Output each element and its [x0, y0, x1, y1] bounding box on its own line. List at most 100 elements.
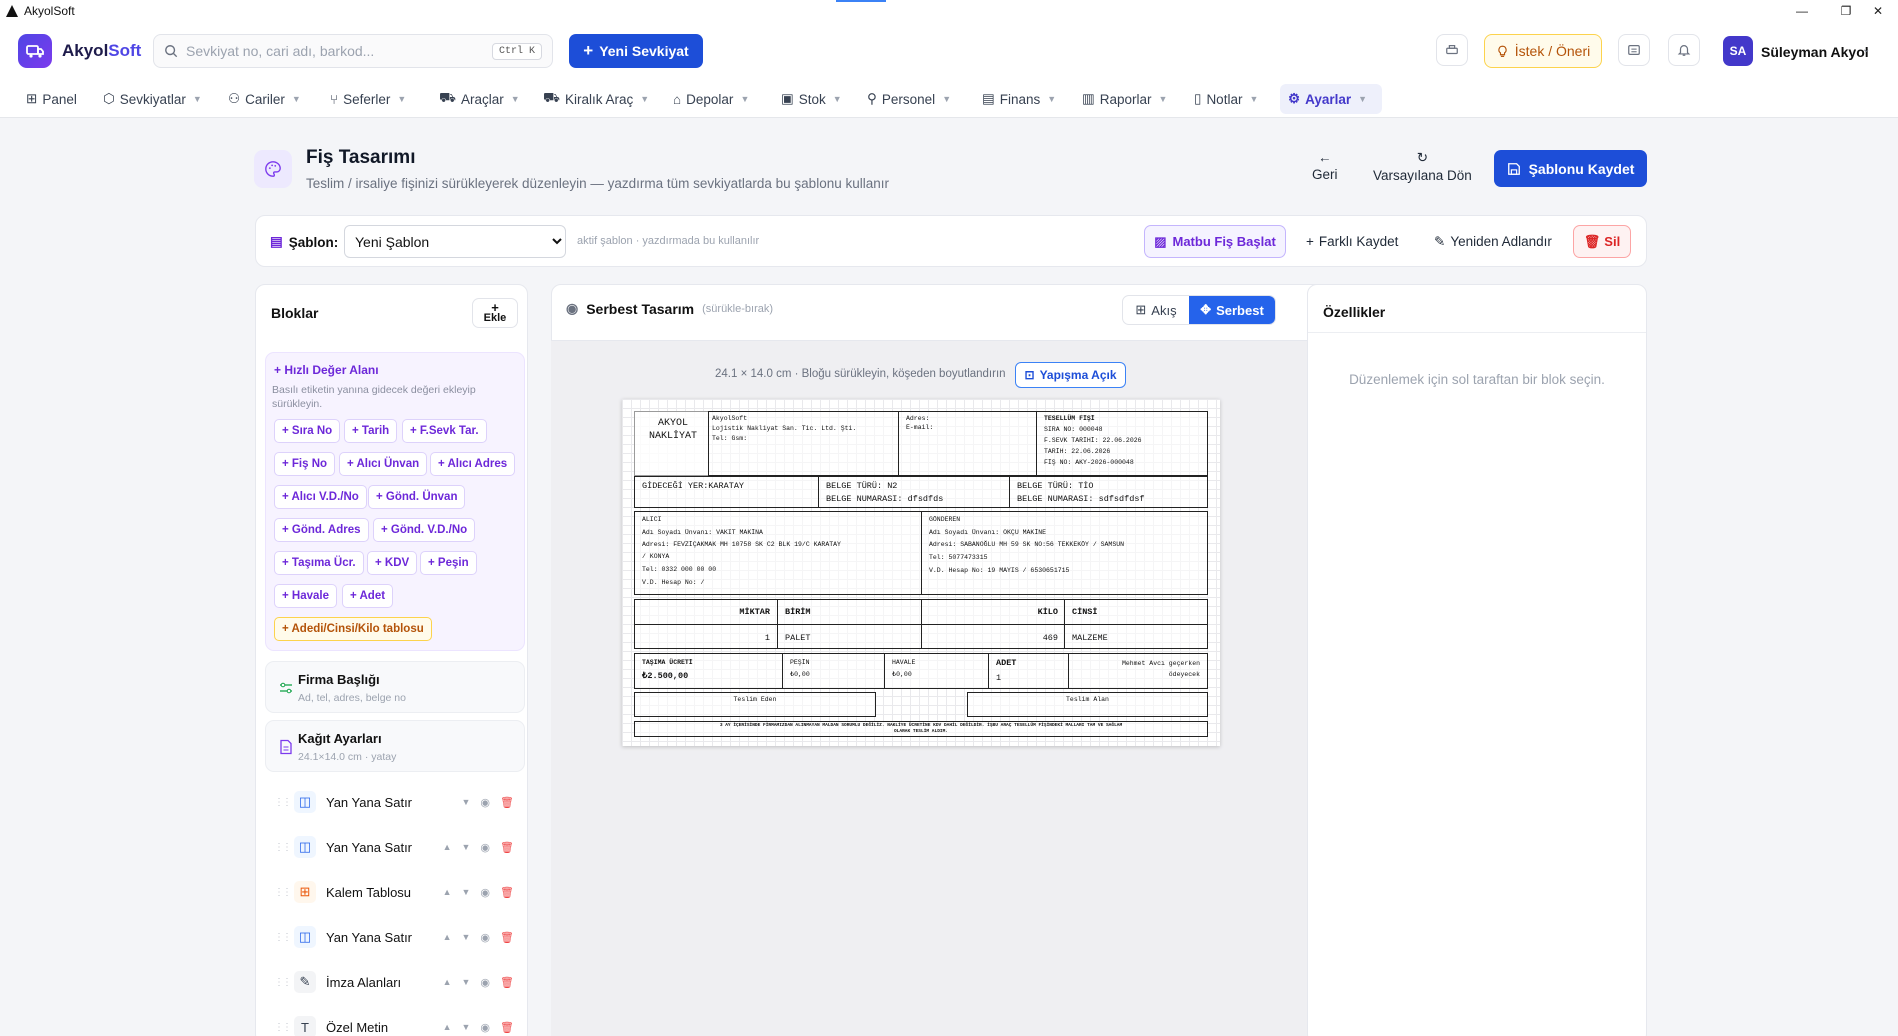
- quick-value-chip[interactable]: + Gönd. Ünvan: [368, 485, 466, 509]
- block-row[interactable]: ⋮⋮ ◫ Yan Yana Satır ▲ ▼ ◉ 🗑: [274, 832, 514, 862]
- block-row[interactable]: ⋮⋮ ◫ Yan Yana Satır ▼ ◉ 🗑: [274, 787, 514, 817]
- eye-icon[interactable]: ◉: [480, 931, 490, 944]
- drag-handle-icon[interactable]: ⋮⋮: [274, 842, 292, 853]
- chevron-up-icon[interactable]: ▲: [443, 977, 452, 987]
- quick-value-chip[interactable]: + Adedi/Cinsi/Kilo tablosu: [274, 617, 432, 641]
- quick-value-chip[interactable]: + Sıra No: [274, 419, 341, 443]
- search-input[interactable]: [186, 43, 492, 59]
- close-window-button[interactable]: ✕: [1856, 0, 1898, 22]
- add-block-button[interactable]: + Ekle: [472, 298, 518, 328]
- block-firm-header[interactable]: Firma Başlığı Ad, tel, adres, belge no: [265, 661, 525, 713]
- minimize-button[interactable]: —: [1780, 0, 1824, 22]
- drag-handle-icon[interactable]: ⋮⋮: [274, 1022, 292, 1033]
- global-search[interactable]: Ctrl K: [153, 34, 553, 68]
- notifications-button[interactable]: [1668, 34, 1700, 66]
- chevron-up-icon[interactable]: ▲: [443, 1022, 452, 1032]
- user-name[interactable]: Süleyman Akyol: [1761, 44, 1869, 60]
- chevron-up-icon[interactable]: ▲: [443, 887, 452, 897]
- quick-value-chip[interactable]: + Havale: [274, 584, 337, 608]
- quick-value-chip[interactable]: + Tarih: [344, 419, 398, 443]
- quick-value-chip[interactable]: + Alıcı V.D./No: [274, 485, 367, 509]
- eye-icon[interactable]: ◉: [480, 976, 490, 989]
- quick-value-chip[interactable]: + Alıcı Ünvan: [339, 452, 428, 476]
- chevron-down-icon[interactable]: ▼: [462, 932, 471, 942]
- eye-icon[interactable]: ◉: [480, 886, 490, 899]
- plus-icon: +: [1306, 234, 1314, 249]
- drag-handle-icon[interactable]: ⋮⋮: [274, 977, 292, 988]
- trash-icon[interactable]: 🗑: [500, 931, 514, 944]
- save-template-button[interactable]: Şablonu Kaydet: [1494, 150, 1647, 187]
- nav-item-depolar[interactable]: ⌂ Depolar ▼: [665, 84, 757, 114]
- reset-default-button[interactable]: ↻ Varsayılana Dön: [1373, 150, 1472, 183]
- nav-item-panel[interactable]: ⊞ Panel: [18, 84, 85, 114]
- quick-value-chip[interactable]: + F.Sevk Tar.: [402, 419, 487, 443]
- quick-value-chip[interactable]: + Peşin: [420, 551, 477, 575]
- trash-icon[interactable]: 🗑: [500, 886, 514, 899]
- nav-item-kiralik-arac[interactable]: ⛟ Kiralık Araç ▼: [535, 84, 657, 114]
- receipt-firm-name: AkyolSoft: [712, 415, 748, 422]
- trash-icon[interactable]: 🗑: [500, 796, 514, 809]
- delete-button[interactable]: 🗑 Sil: [1573, 225, 1631, 258]
- block-paper-settings[interactable]: Kağıt Ayarları 24.1×14.0 cm · yatay: [265, 720, 525, 772]
- block-row[interactable]: ⋮⋮ ◫ Yan Yana Satır ▲ ▼ ◉ 🗑: [274, 922, 514, 952]
- avatar[interactable]: SA: [1723, 36, 1753, 66]
- block-row[interactable]: ⋮⋮ T Özel Metin ▲ ▼ ◉ 🗑: [274, 1012, 514, 1036]
- canvas-header: ◉ Serbest Tasarım (sürükle-bırak): [566, 300, 774, 317]
- mode-free-button[interactable]: ✥ Serbest: [1189, 296, 1275, 324]
- chevron-down-icon[interactable]: ▼: [462, 842, 471, 852]
- nav-item-personel[interactable]: ⚲ Personel ▼: [859, 84, 959, 114]
- trash-icon[interactable]: 🗑: [500, 1021, 514, 1034]
- quick-value-chip[interactable]: + Adet: [342, 584, 394, 608]
- chevron-down-icon[interactable]: ▼: [462, 797, 471, 807]
- eye-icon[interactable]: ◉: [480, 796, 490, 809]
- quick-value-chip[interactable]: + KDV: [367, 551, 418, 575]
- rename-button[interactable]: ✎ Yeniden Adlandır: [1434, 225, 1552, 258]
- file-icon: [280, 739, 292, 755]
- brand-name[interactable]: AkyolSoft: [62, 41, 141, 61]
- back-button[interactable]: ← Geri: [1312, 150, 1338, 182]
- chevron-up-icon[interactable]: ▲: [443, 932, 452, 942]
- receipt-paper[interactable]: AKYOL NAKLİYAT AkyolSoft Lojistik Nakliya…: [622, 399, 1220, 746]
- chevron-down-icon[interactable]: ⌄: [1862, 44, 1870, 55]
- calculator-button[interactable]: [1618, 34, 1650, 66]
- quick-value-chip[interactable]: + Alıcı Adres: [430, 452, 516, 476]
- nav-item-ayarlar[interactable]: ⚙ Ayarlar ▼: [1280, 84, 1382, 114]
- nav-item-cariler[interactable]: ⚇ Cariler ▼: [220, 84, 309, 114]
- receipt-delivered-by: Teslim Eden: [733, 696, 777, 703]
- nav-item-stok[interactable]: ▣ Stok ▼: [773, 84, 850, 114]
- file-icon: ▤: [270, 234, 283, 249]
- quick-value-chip[interactable]: + Taşıma Ücr.: [274, 551, 364, 575]
- new-shipment-button[interactable]: + Yeni Sevkiyat: [569, 34, 703, 68]
- nav-item-finans[interactable]: ▤ Finans ▼: [974, 84, 1064, 114]
- save-as-button[interactable]: + Farklı Kaydet: [1306, 225, 1398, 258]
- nav-item-raporlar[interactable]: ▥ Raporlar ▼: [1074, 84, 1175, 114]
- snap-toggle-button[interactable]: ⊡ Yapışma Açık: [1015, 362, 1126, 388]
- printer-button[interactable]: [1436, 34, 1468, 66]
- brand-logo-icon[interactable]: [18, 34, 52, 68]
- drag-handle-icon[interactable]: ⋮⋮: [274, 887, 292, 898]
- chevron-up-icon[interactable]: ▲: [443, 842, 452, 852]
- drag-handle-icon[interactable]: ⋮⋮: [274, 932, 292, 943]
- nav-item-notlar[interactable]: ▯ Notlar ▼: [1186, 84, 1266, 114]
- quick-value-chip[interactable]: + Gönd. Adres: [274, 518, 369, 542]
- mode-flow-button[interactable]: ⊞ Akış: [1123, 296, 1189, 324]
- quick-value-chip[interactable]: + Fiş No: [274, 452, 336, 476]
- chevron-down-icon[interactable]: ▼: [462, 977, 471, 987]
- eye-icon[interactable]: ◉: [480, 841, 490, 854]
- quick-value-chip[interactable]: + Gönd. V.D./No: [373, 518, 476, 542]
- suggestion-button[interactable]: İstek / Öneri: [1484, 34, 1602, 68]
- block-row[interactable]: ⋮⋮ ⊞ Kalem Tablosu ▲ ▼ ◉ 🗑: [274, 877, 514, 907]
- eye-icon[interactable]: ◉: [480, 1021, 490, 1034]
- chevron-down-icon[interactable]: ▼: [462, 887, 471, 897]
- nav-item-araclar[interactable]: ⛟ Araçlar ▼: [431, 84, 528, 114]
- block-row[interactable]: ⋮⋮ ✎ İmza Alanları ▲ ▼ ◉ 🗑: [274, 967, 514, 997]
- template-select[interactable]: Yeni Şablon: [344, 225, 566, 258]
- nav-item-seferler[interactable]: ⑂ Seferler ▼: [322, 84, 414, 114]
- chevron-down-icon[interactable]: ▼: [462, 1022, 471, 1032]
- drag-handle-icon[interactable]: ⋮⋮: [274, 797, 292, 808]
- receipt-divider: [921, 599, 922, 649]
- matbu-start-button[interactable]: ▨ Matbu Fiş Başlat: [1144, 225, 1286, 258]
- trash-icon[interactable]: 🗑: [500, 976, 514, 989]
- trash-icon[interactable]: 🗑: [500, 841, 514, 854]
- nav-item-sevkiyatlar[interactable]: ⬡ Sevkiyatlar ▼: [95, 84, 210, 114]
